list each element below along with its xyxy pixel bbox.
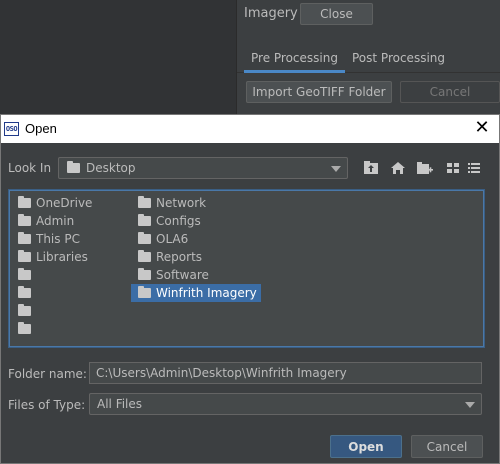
look-in-dropdown[interactable]: Desktop xyxy=(58,157,348,179)
file-name: OneDrive xyxy=(36,196,93,210)
import-cancel-button: Cancel xyxy=(400,81,500,103)
list-item[interactable]: Network xyxy=(138,194,206,212)
home-button[interactable] xyxy=(388,158,408,178)
tab-post-processing[interactable]: Post Processing xyxy=(345,44,452,73)
look-in-value: Desktop xyxy=(86,161,136,175)
folder-icon xyxy=(18,322,31,334)
file-name: Configs xyxy=(156,214,201,228)
open-dialog: OSO Open ✕ Look In Desktop OneDrive Admi… xyxy=(0,114,500,464)
home-icon xyxy=(391,162,405,174)
file-name: Network xyxy=(156,196,207,210)
look-in-label: Look In xyxy=(8,161,52,175)
file-name: This PC xyxy=(36,232,80,246)
processing-tabs: Pre Processing Post Processing xyxy=(237,44,500,73)
dialog-titlebar[interactable]: OSO Open ✕ xyxy=(1,115,499,143)
folder-name-label: Folder name: xyxy=(8,367,87,381)
list-item[interactable]: Admin xyxy=(18,212,74,230)
list-item[interactable] xyxy=(18,302,36,320)
files-of-type-label: Files of Type: xyxy=(8,398,86,412)
list-item-selected[interactable]: Winfrith Imagery xyxy=(131,284,261,302)
folder-icon xyxy=(18,268,31,280)
folder-icon xyxy=(138,286,151,298)
app-logo-icon: OSO xyxy=(4,122,19,136)
list-view-button[interactable] xyxy=(443,158,463,178)
file-name: OLA6 xyxy=(156,232,189,246)
imagery-title: Imagery xyxy=(244,6,298,21)
cancel-button[interactable]: Cancel xyxy=(411,435,483,458)
files-of-type-dropdown[interactable]: All Files xyxy=(89,393,482,415)
list-item[interactable]: Reports xyxy=(138,248,202,266)
file-name: Winfrith Imagery xyxy=(156,286,257,300)
folder-icon xyxy=(138,214,151,226)
list-item[interactable]: This PC xyxy=(18,230,80,248)
folder-icon xyxy=(138,232,151,244)
folder-icon xyxy=(18,250,31,262)
imagery-close-button[interactable]: Close xyxy=(300,3,373,25)
folder-icon xyxy=(18,214,31,226)
file-name: Admin xyxy=(36,214,75,228)
up-folder-icon xyxy=(364,161,378,174)
folder-name-field[interactable] xyxy=(89,362,482,384)
imagery-panel: Imagery Close Pre Processing Post Proces… xyxy=(237,0,500,114)
list-item[interactable] xyxy=(18,284,36,302)
details-view-button[interactable] xyxy=(464,158,484,178)
list-view-icon xyxy=(447,163,459,173)
folder-icon xyxy=(138,250,151,262)
up-folder-button[interactable] xyxy=(361,158,381,178)
folder-icon xyxy=(18,286,31,298)
folder-icon xyxy=(67,161,80,173)
dialog-title: Open xyxy=(25,121,57,136)
file-name: Libraries xyxy=(36,250,88,264)
list-item[interactable]: OneDrive xyxy=(18,194,92,212)
files-of-type-value: All Files xyxy=(97,397,143,411)
chevron-down-icon xyxy=(465,402,475,408)
list-item[interactable]: OLA6 xyxy=(138,230,188,248)
file-list[interactable]: OneDrive Admin This PC Libraries Network… xyxy=(8,189,485,348)
import-geotiff-folder-button[interactable]: Import GeoTIFF Folder xyxy=(246,81,392,103)
list-item[interactable]: Configs xyxy=(138,212,201,230)
list-item[interactable]: Software xyxy=(138,266,209,284)
folder-icon xyxy=(138,268,151,280)
new-folder-icon xyxy=(417,162,433,174)
new-folder-button[interactable] xyxy=(415,158,435,178)
open-button[interactable]: Open xyxy=(330,435,402,458)
list-item[interactable] xyxy=(18,320,36,338)
tab-pre-processing[interactable]: Pre Processing xyxy=(244,44,345,73)
chevron-down-icon xyxy=(331,166,341,172)
file-name: Software xyxy=(156,268,209,282)
folder-icon xyxy=(18,232,31,244)
folder-icon xyxy=(18,196,31,208)
background-left-panel xyxy=(0,0,237,114)
close-icon[interactable]: ✕ xyxy=(471,118,493,140)
folder-icon xyxy=(18,304,31,316)
details-view-icon xyxy=(468,163,480,173)
file-name: Reports xyxy=(156,250,203,264)
list-item[interactable]: Libraries xyxy=(18,248,88,266)
list-item[interactable] xyxy=(18,266,36,284)
folder-icon xyxy=(138,196,151,208)
